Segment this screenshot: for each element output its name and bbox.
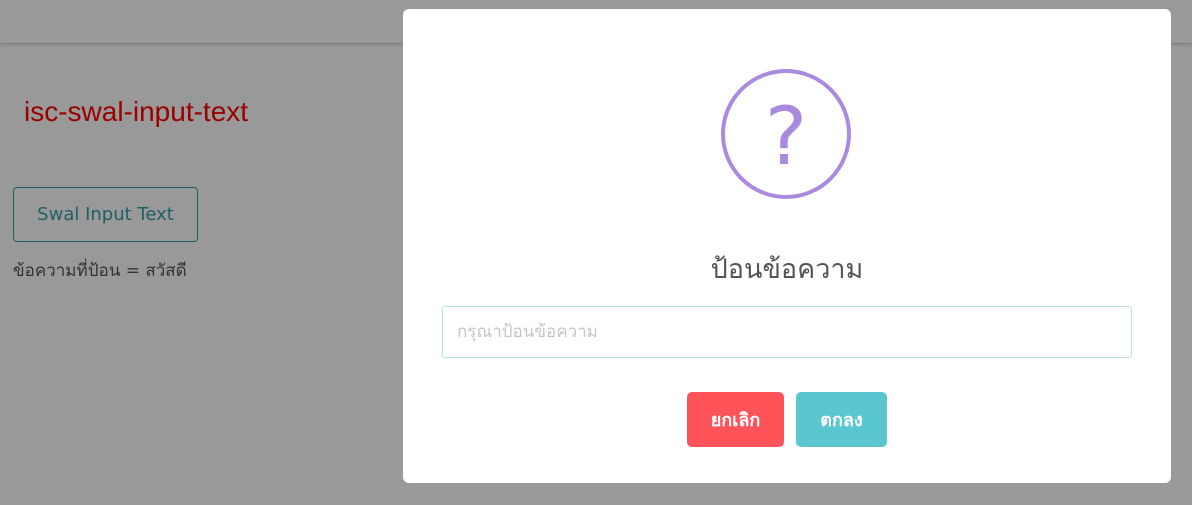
question-glyph: ? xyxy=(765,90,807,183)
confirm-button[interactable]: ตกลง xyxy=(796,392,887,447)
question-icon: ? xyxy=(721,69,851,199)
input-dialog: ? ป้อนข้อความ ยกเลิก ตกลง xyxy=(403,9,1171,483)
cancel-button[interactable]: ยกเลิก xyxy=(687,392,784,447)
message-input[interactable] xyxy=(442,306,1132,358)
dialog-title: ป้อนข้อความ xyxy=(710,254,864,285)
